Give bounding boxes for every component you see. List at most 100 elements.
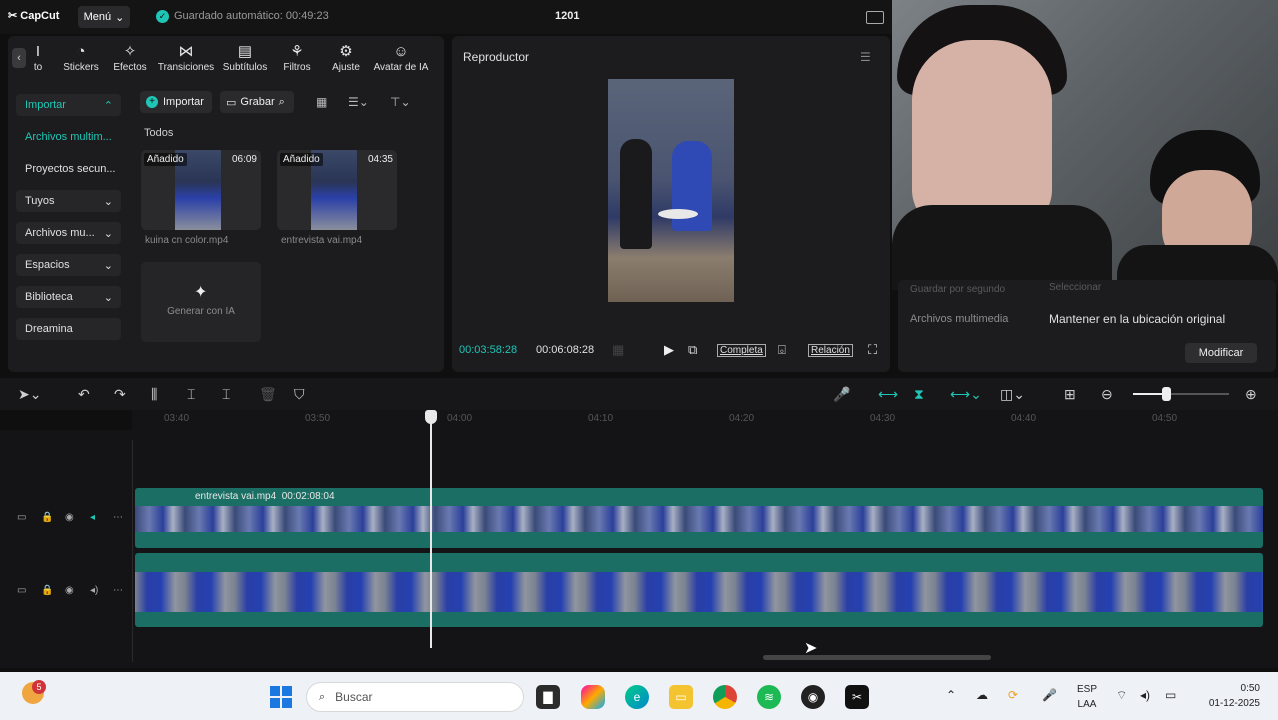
title-bar [0,0,892,34]
camera-icon: ▭ [226,96,237,109]
sidebar-item-subprojects[interactable]: Proyectos secun... [16,158,121,180]
sidebar-item-dreamina[interactable]: Dreamina [16,318,121,340]
full-quality-button[interactable]: Completa [717,344,766,357]
chrome-icon[interactable] [713,685,737,709]
volume-icon[interactable]: ◂) [1140,688,1150,702]
audio-icon[interactable]: ◂) [90,585,98,596]
edge-icon[interactable]: e [625,685,649,709]
tab-stickers[interactable]: ◔ Stickers [56,36,106,80]
mouse-cursor-icon: ➤ [804,640,818,657]
timeline-scrollbar[interactable] [763,655,991,660]
play-icon[interactable]: ▶ [664,342,674,358]
project-title[interactable]: 1201 [555,10,579,22]
generate-ai-button[interactable]: ✦ Generar con IA [141,262,261,342]
folder-icon[interactable]: ▭ [669,685,693,709]
split-icon[interactable]: ⫼ [151,386,157,403]
tab-filters[interactable]: ⚘ Filtros [272,36,322,80]
record-button[interactable]: ▭ Grabar ⌕ [220,91,294,113]
video-preview[interactable] [608,79,734,302]
wifi-icon[interactable]: ⌔ [1116,688,1127,703]
tiktok-icon[interactable]: ⧉ [688,342,697,358]
tab-adjust[interactable]: ⚙ Ajuste [322,36,370,80]
magnet-icon[interactable]: ⧗ [914,386,924,403]
zoom-slider-handle[interactable] [1162,387,1171,401]
plus-icon: + [146,96,158,108]
keyboard-language[interactable]: ESP LAA [1077,682,1097,712]
screenshot-icon[interactable]: ⌻ [778,342,786,358]
modify-button[interactable]: Modificar [1185,343,1257,363]
microphone-icon[interactable]: 🎤 [1042,688,1057,702]
sidebar-item-library[interactable]: Biblioteca ⌄ [16,286,121,308]
tab-effects[interactable]: ✧ Efectos [106,36,154,80]
track-cover-icon[interactable]: ▭ [17,585,26,596]
taskbar-search[interactable]: ⌕ Buscar [306,682,524,712]
obs-icon[interactable]: ◉ [801,685,825,709]
sidebar-item-media-library[interactable]: Archivos mu... ⌄ [16,222,121,244]
chevron-down-icon: ⌄ [103,259,113,272]
split-left-icon[interactable]: ⌶ [187,386,195,403]
chevron-down-icon: ⌄ [103,195,113,208]
fullscreen-icon[interactable]: ⛶ [868,342,877,358]
media-clip-2[interactable]: Añadido 04:35 [277,150,397,230]
text-icon: I [35,42,41,60]
sidebar-item-import[interactable]: Importar ⌃ [16,94,121,116]
lock-icon[interactable]: 🔒 [41,585,53,596]
player-title: Reproductor [463,50,530,64]
redo-icon[interactable]: ↷ [114,386,126,403]
cloud-off-icon[interactable]: ☁ [976,688,988,702]
tab-captions[interactable]: ▤ Subtítulos [218,36,272,80]
sidebar-item-spaces[interactable]: Espacios ⌄ [16,254,121,276]
timeline-grid-icon[interactable]: ▦ [612,342,624,358]
sort-icon[interactable]: ☰⌄ [348,95,369,109]
chevron-up-icon[interactable]: ⌃ [946,688,956,702]
file-explorer-dark-icon[interactable]: ▇ [536,685,560,709]
system-clock[interactable]: 0:50 01-12-2025 [1198,681,1260,711]
spotify-icon[interactable]: ≋ [757,685,781,709]
search-icon[interactable]: ⌕ [279,96,285,109]
more-icon[interactable]: ⋯ [113,512,123,523]
windows-start-icon[interactable] [270,686,292,708]
playhead[interactable] [430,412,432,648]
capcut-taskbar-icon[interactable]: ✂ [845,685,869,709]
hamburger-icon[interactable]: ☰ [860,50,871,64]
split-right-icon[interactable]: ⌶ [222,386,230,403]
battery-icon[interactable]: ▭ [1165,688,1176,702]
copilot-icon[interactable] [581,685,605,709]
menu-button[interactable]: Menú ⌄ [78,6,130,28]
microphone-icon[interactable]: 🎤 [833,386,850,403]
caption-track-icon[interactable]: ⊞ [1064,386,1076,403]
timeline-area[interactable] [0,430,1278,668]
layout-icon[interactable] [866,11,884,24]
more-icon[interactable]: ⋯ [113,585,123,596]
filmstrip [135,572,1263,612]
lock-icon[interactable]: 🔒 [41,512,53,523]
delete-icon[interactable]: 🗑 [259,386,277,403]
marker-icon[interactable]: ⛉ [294,386,305,403]
ratio-button[interactable]: Relación [808,344,853,357]
track-cover-icon[interactable]: ▭ [17,512,26,523]
zoom-in-icon[interactable]: ⊕ [1245,386,1257,403]
undo-icon[interactable]: ↶ [78,386,90,403]
media-clip-1[interactable]: Añadido 06:09 [141,150,261,230]
track-header-divider [132,440,133,662]
filter-icon[interactable]: ⊤⌄ [390,95,411,109]
tab-text[interactable]: Ito [20,36,56,80]
snap-icon[interactable]: ⟷⌄ [950,386,982,403]
zoom-out-icon[interactable]: ⊖ [1101,386,1113,403]
sidebar-item-media-files[interactable]: Archivos multim... [16,126,121,148]
eye-icon[interactable]: ◉ [65,585,74,596]
sticker-icon: ◔ [76,42,86,60]
sync-icon[interactable]: ⟳ [1008,688,1018,702]
timeline-ruler[interactable]: 03:40 03:50 04:00 04:10 04:20 04:30 04:4… [132,410,1278,430]
tab-transitions[interactable]: ⋈ Transiciones [154,36,218,80]
eye-icon[interactable]: ◉ [65,512,74,523]
grid-view-icon[interactable]: ▦ [316,95,327,109]
audio-muted-icon[interactable]: ◂ [90,512,95,523]
sidebar-item-yours[interactable]: Tuyos ⌄ [16,190,121,212]
tab-ai-avatar[interactable]: ☺ Avatar de IA [370,36,432,80]
import-button[interactable]: + Importar [140,91,212,113]
chevron-up-icon: ⌃ [103,99,113,112]
preview-axis-icon[interactable]: ◫⌄ [1000,386,1025,403]
link-icon[interactable]: ⟷ [878,386,898,403]
select-tool-icon[interactable]: ➤⌄ [18,386,41,403]
